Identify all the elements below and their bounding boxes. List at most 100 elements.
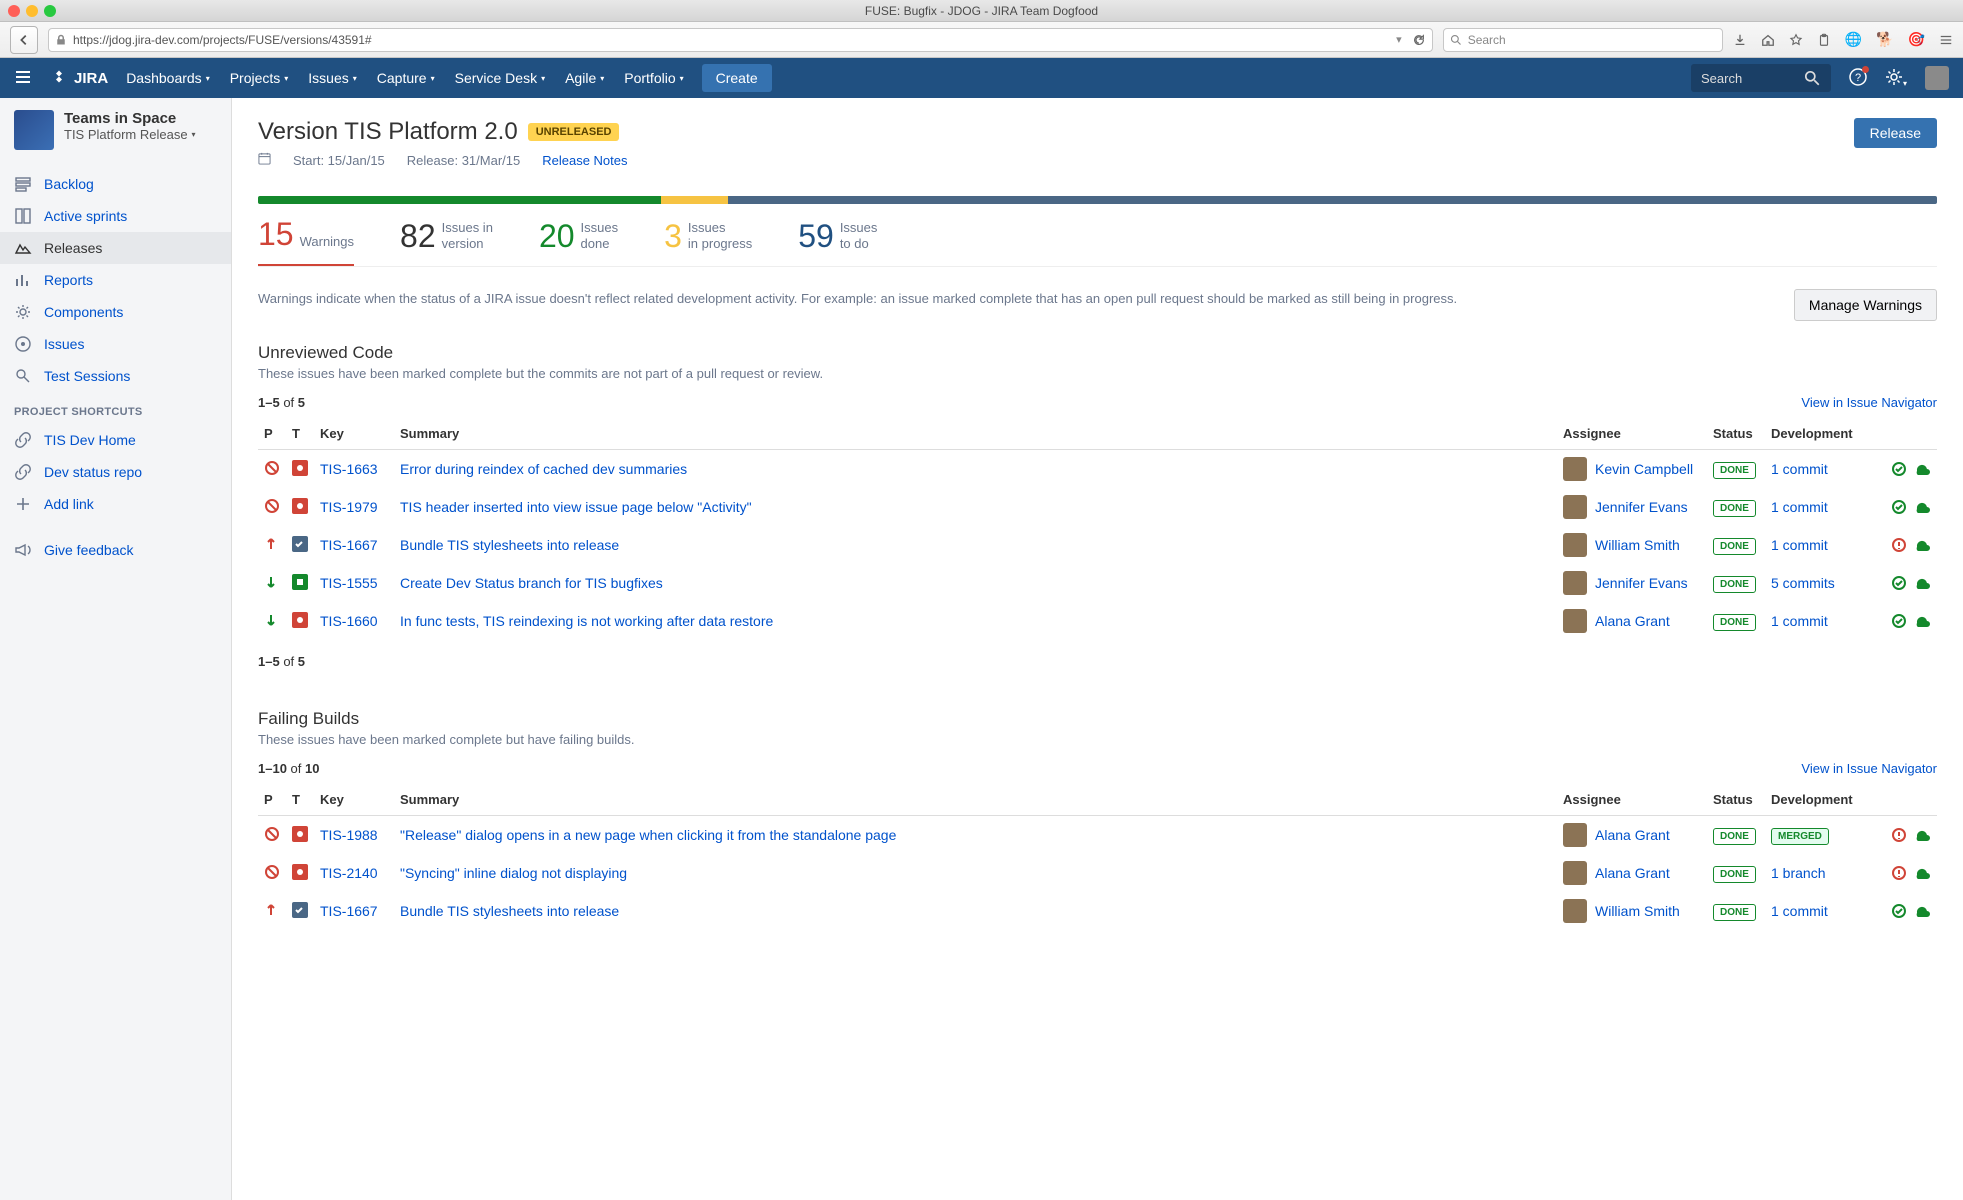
- table-row[interactable]: TIS-1555Create Dev Status branch for TIS…: [258, 564, 1937, 602]
- back-button[interactable]: [10, 26, 38, 54]
- table-row[interactable]: TIS-1979 TIS header inserted into view is…: [258, 488, 1937, 526]
- issue-key-link[interactable]: TIS-1667: [320, 537, 378, 553]
- table-row[interactable]: TIS-1667 Bundle TIS stylesheets into rele…: [258, 892, 1937, 930]
- reload-icon[interactable]: [1412, 33, 1426, 47]
- nav-issues[interactable]: Issues ▾: [308, 70, 356, 86]
- issue-key-link[interactable]: TIS-1979: [320, 499, 378, 515]
- col-summary[interactable]: Summary: [394, 784, 1557, 816]
- jira-search[interactable]: Search: [1691, 64, 1831, 92]
- close-icon[interactable]: [8, 5, 20, 17]
- shortcut-dev-status-repo[interactable]: Dev status repo: [0, 456, 231, 488]
- nav-agile[interactable]: Agile ▾: [565, 70, 604, 86]
- maximize-icon[interactable]: [44, 5, 56, 17]
- browser-search[interactable]: Search: [1443, 28, 1723, 52]
- col-assignee[interactable]: Assignee: [1557, 784, 1707, 816]
- minimize-icon[interactable]: [26, 5, 38, 17]
- issue-summary-link[interactable]: Bundle TIS stylesheets into release: [400, 537, 619, 553]
- issue-summary-link[interactable]: Bundle TIS stylesheets into release: [400, 903, 619, 919]
- issue-key-link[interactable]: TIS-1555: [320, 575, 378, 591]
- stat-warnings[interactable]: 15Warnings: [258, 218, 354, 266]
- nav-service desk[interactable]: Service Desk ▾: [455, 70, 545, 86]
- col-status[interactable]: Status: [1707, 784, 1765, 816]
- clipboard-icon[interactable]: [1817, 33, 1831, 47]
- table-row[interactable]: TIS-1660 In func tests, TIS reindexing is…: [258, 602, 1937, 640]
- app-menu-icon[interactable]: [14, 68, 32, 89]
- col-priority[interactable]: P: [258, 418, 286, 450]
- col-assignee[interactable]: Assignee: [1557, 418, 1707, 450]
- col-key[interactable]: Key: [314, 418, 394, 450]
- col-type[interactable]: T: [286, 418, 314, 450]
- sidebar-item-active-sprints[interactable]: Active sprints: [0, 200, 231, 232]
- col-key[interactable]: Key: [314, 784, 394, 816]
- table-row[interactable]: TIS-1988 "Release" dialog opens in a new …: [258, 816, 1937, 855]
- release-button[interactable]: Release: [1854, 118, 1937, 148]
- table-row[interactable]: TIS-1663Error during reindex of cached d…: [258, 450, 1937, 489]
- col-development[interactable]: Development: [1765, 784, 1885, 816]
- assignee-link[interactable]: Jennifer Evans: [1595, 499, 1688, 515]
- sidebar-item-components[interactable]: Components: [0, 296, 231, 328]
- create-button[interactable]: Create: [702, 64, 772, 92]
- sidebar-feedback[interactable]: Give feedback: [0, 534, 231, 566]
- stat-inprogress[interactable]: 3Issuesin progress: [664, 218, 752, 266]
- col-priority[interactable]: P: [258, 784, 286, 816]
- issue-key-link[interactable]: TIS-1667: [320, 903, 378, 919]
- settings-icon[interactable]: ▾: [1885, 68, 1907, 89]
- sidebar-item-releases[interactable]: Releases: [0, 232, 231, 264]
- extension-icon-3[interactable]: 🎯: [1908, 31, 1925, 48]
- view-navigator-link-2[interactable]: View in Issue Navigator: [1801, 761, 1937, 776]
- manage-warnings-button[interactable]: Manage Warnings: [1794, 289, 1937, 321]
- stat-version[interactable]: 82Issues inversion: [400, 218, 493, 266]
- stat-done[interactable]: 20Issuesdone: [539, 218, 618, 266]
- nav-dashboards[interactable]: Dashboards ▾: [126, 70, 210, 86]
- issue-summary-link[interactable]: "Syncing" inline dialog not displaying: [400, 865, 627, 881]
- dev-link[interactable]: 1 commit: [1771, 499, 1828, 515]
- address-bar[interactable]: https://jdog.jira-dev.com/projects/FUSE/…: [48, 28, 1433, 52]
- table-row[interactable]: TIS-1667 Bundle TIS stylesheets into rele…: [258, 526, 1937, 564]
- issue-summary-link[interactable]: Error during reindex of cached dev summa…: [400, 461, 687, 477]
- view-navigator-link[interactable]: View in Issue Navigator: [1801, 395, 1937, 410]
- issue-key-link[interactable]: TIS-1660: [320, 613, 378, 629]
- nav-projects[interactable]: Projects ▾: [230, 70, 289, 86]
- help-icon[interactable]: ?: [1849, 68, 1867, 89]
- shortcut-add-link[interactable]: Add link: [0, 488, 231, 520]
- col-status[interactable]: Status: [1707, 418, 1765, 450]
- col-summary[interactable]: Summary: [394, 418, 1557, 450]
- home-icon[interactable]: [1761, 33, 1775, 47]
- user-avatar[interactable]: [1925, 66, 1949, 90]
- star-icon[interactable]: [1789, 33, 1803, 47]
- dev-link[interactable]: 5 commits: [1771, 575, 1835, 591]
- reader-icon[interactable]: ▾: [1396, 33, 1402, 46]
- sidebar-item-reports[interactable]: Reports: [0, 264, 231, 296]
- issue-summary-link[interactable]: TIS header inserted into view issue page…: [400, 499, 752, 515]
- dev-link[interactable]: 1 commit: [1771, 461, 1828, 477]
- dev-link[interactable]: 1 commit: [1771, 537, 1828, 553]
- dev-link[interactable]: 1 commit: [1771, 613, 1828, 629]
- extension-icon-2[interactable]: 🐕: [1876, 31, 1893, 48]
- assignee-link[interactable]: Alana Grant: [1595, 613, 1670, 629]
- nav-portfolio[interactable]: Portfolio ▾: [624, 70, 683, 86]
- issue-key-link[interactable]: TIS-2140: [320, 865, 378, 881]
- issue-summary-link[interactable]: In func tests, TIS reindexing is not wor…: [400, 613, 773, 629]
- table-row[interactable]: TIS-2140 "Syncing" inline dialog not disp…: [258, 854, 1937, 892]
- assignee-link[interactable]: Alana Grant: [1595, 827, 1670, 843]
- sidebar-item-backlog[interactable]: Backlog: [0, 168, 231, 200]
- issue-summary-link[interactable]: "Release" dialog opens in a new page whe…: [400, 827, 896, 843]
- stat-todo[interactable]: 59Issuesto do: [798, 218, 877, 266]
- release-notes-link[interactable]: Release Notes: [542, 153, 627, 168]
- shortcut-tis-dev-home[interactable]: TIS Dev Home: [0, 424, 231, 456]
- col-development[interactable]: Development: [1765, 418, 1885, 450]
- dev-link[interactable]: 1 commit: [1771, 903, 1828, 919]
- dev-link[interactable]: 1 branch: [1771, 865, 1825, 881]
- assignee-link[interactable]: Alana Grant: [1595, 865, 1670, 881]
- assignee-link[interactable]: Kevin Campbell: [1595, 461, 1693, 477]
- col-type[interactable]: T: [286, 784, 314, 816]
- extension-icon-1[interactable]: 🌐: [1845, 31, 1862, 48]
- sidebar-item-issues[interactable]: Issues: [0, 328, 231, 360]
- jira-logo[interactable]: JIRA: [50, 69, 108, 87]
- download-icon[interactable]: [1733, 33, 1747, 47]
- release-selector[interactable]: TIS Platform Release ▾: [64, 127, 196, 142]
- issue-key-link[interactable]: TIS-1988: [320, 827, 378, 843]
- assignee-link[interactable]: Jennifer Evans: [1595, 575, 1688, 591]
- sidebar-item-test-sessions[interactable]: Test Sessions: [0, 360, 231, 392]
- nav-capture[interactable]: Capture ▾: [377, 70, 435, 86]
